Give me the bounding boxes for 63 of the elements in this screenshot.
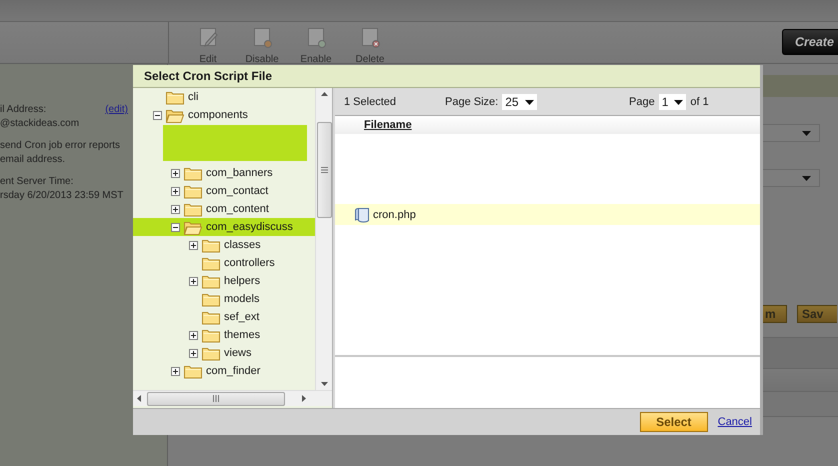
- page-size-label: Page Size:: [445, 96, 498, 108]
- edit-icon: [198, 26, 218, 48]
- scrollbar-thumb[interactable]: [316, 122, 332, 218]
- page-total: of 1: [690, 96, 709, 108]
- tree-item[interactable]: controllers: [189, 254, 315, 272]
- expand-icon[interactable]: [171, 204, 180, 214]
- column-header[interactable]: Filename: [364, 119, 412, 131]
- tree-item[interactable]: com_finder: [171, 362, 315, 380]
- cancel-link[interactable]: Cancel: [718, 416, 752, 428]
- collapse-icon[interactable]: [153, 110, 162, 120]
- tree-item[interactable]: helpers: [189, 272, 315, 290]
- scroll-down-icon[interactable]: [320, 382, 328, 386]
- selection-count: 1 Selected: [344, 96, 397, 108]
- tree-item[interactable]: com_contact: [171, 182, 315, 200]
- horizontal-scrollbar[interactable]: [133, 390, 332, 406]
- scroll-left-icon[interactable]: [137, 395, 141, 402]
- delete-icon: [360, 26, 380, 48]
- note-text: send Cron job error reports: [0, 139, 122, 152]
- expand-icon[interactable]: [189, 276, 198, 286]
- note-text: email address.: [0, 152, 66, 166]
- grip-icon: [320, 167, 328, 173]
- page-select[interactable]: 1: [658, 94, 686, 110]
- expand-icon[interactable]: [189, 240, 198, 250]
- tree-item[interactable]: com_easydiscuss: [133, 218, 315, 236]
- caret-icon: [802, 130, 811, 136]
- file-icon: [355, 206, 369, 222]
- server-time-label: ent Server Time:: [0, 175, 74, 188]
- dropdown[interactable]: [763, 169, 820, 187]
- scroll-up-icon[interactable]: [320, 92, 328, 96]
- file-row[interactable]: cron.php: [335, 204, 760, 225]
- expand-icon[interactable]: [189, 348, 198, 358]
- disable-icon: [252, 26, 272, 48]
- create-button[interactable]: Create: [782, 29, 838, 55]
- email-address: @stackideas.com: [0, 116, 80, 130]
- expand-icon[interactable]: [189, 330, 198, 340]
- tree-item[interactable]: cli: [153, 88, 315, 106]
- tree-item[interactable]: sef_ext: [189, 308, 315, 326]
- page-size-select[interactable]: 25: [502, 94, 537, 110]
- tree-item[interactable]: components: [153, 106, 315, 124]
- expand-icon[interactable]: [171, 186, 180, 196]
- email-label: il Address:: [0, 103, 46, 116]
- expand-icon[interactable]: [171, 366, 180, 376]
- caret-icon: [674, 100, 684, 104]
- tree-item[interactable]: com_banners: [171, 164, 315, 182]
- enable-icon: [306, 26, 326, 48]
- dialog-title: Select Cron Script File: [133, 65, 760, 88]
- tree-item[interactable]: themes: [189, 326, 315, 344]
- tree-item[interactable]: views: [189, 344, 315, 362]
- scroll-right-icon[interactable]: [302, 395, 306, 402]
- select-button[interactable]: Select: [640, 412, 708, 432]
- collapse-icon[interactable]: [171, 222, 180, 232]
- tree-item[interactable]: classes: [189, 236, 315, 254]
- scrollbar-thumb[interactable]: [147, 392, 285, 406]
- server-time-value: rsday 6/20/2013 23:59 MST: [0, 188, 124, 202]
- tree-item[interactable]: com_content: [171, 200, 315, 218]
- caret-icon: [524, 100, 534, 104]
- vertical-scrollbar[interactable]: [315, 88, 332, 390]
- page-label: Page: [629, 96, 655, 108]
- tree-item[interactable]: models: [189, 290, 315, 308]
- expand-icon[interactable]: [171, 168, 180, 178]
- dropdown[interactable]: [763, 124, 820, 142]
- grip-icon: [213, 395, 219, 402]
- caret-icon: [802, 176, 811, 180]
